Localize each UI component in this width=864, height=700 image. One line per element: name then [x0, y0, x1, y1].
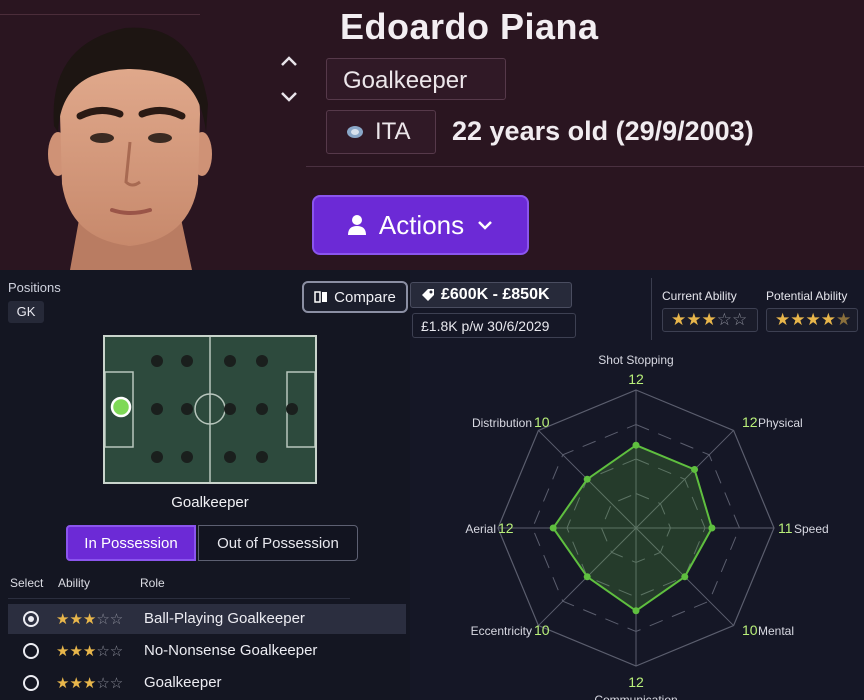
role-name: No-Nonsense Goalkeeper	[144, 642, 318, 659]
header-divider	[306, 166, 864, 167]
player-header: Edoardo Piana Goalkeeper ITA 22 years ol…	[0, 0, 864, 270]
radar-axis-label: Physical	[758, 416, 803, 430]
role-name: Ball-Playing Goalkeeper	[144, 610, 305, 627]
position-chip-gk: GK	[8, 301, 44, 323]
radar-value-label: 10	[534, 622, 550, 638]
radar-data-area	[551, 444, 713, 613]
radar-value-label: 12	[628, 371, 644, 387]
chevron-up-icon[interactable]	[278, 52, 300, 70]
compare-label: Compare	[334, 288, 396, 306]
player-name: Edoardo Piana	[340, 6, 599, 47]
radar-value-label: 12	[628, 674, 644, 690]
player-portrait	[48, 27, 212, 270]
chevron-down-icon[interactable]	[278, 88, 300, 106]
radar-data-point	[632, 607, 640, 615]
radar-value-label: 10	[742, 622, 758, 638]
potential-ability-label: Potential Ability	[766, 289, 848, 303]
actions-button[interactable]: Actions	[312, 195, 529, 255]
positions-panel: Positions GK Compare Goalkeeper In Posse…	[0, 270, 410, 700]
tab-in-possession[interactable]: In Possession	[66, 525, 196, 561]
attribute-radar-chart: Shot Stopping12Physical12Speed11Mental10…	[465, 353, 829, 700]
radar-axis-label: Communication	[594, 693, 677, 700]
radar-value-label: 10	[534, 414, 550, 430]
positions-label: Positions	[8, 280, 61, 295]
radar-axis-label: Shot Stopping	[598, 353, 673, 367]
actions-label: Actions	[378, 209, 465, 240]
radar-axis-label: Mental	[758, 624, 794, 638]
current-ability-stars: ★★★☆☆	[662, 308, 758, 332]
person-icon	[347, 215, 366, 235]
role-ability-stars: ★★★☆☆	[56, 643, 124, 660]
radar-data-point	[681, 573, 689, 581]
role-radio[interactable]	[23, 675, 39, 691]
role-row[interactable]: ★★★☆☆ Ball-Playing Goalkeeper	[8, 604, 406, 634]
wage-contract: £1.8K p/w 30/6/2029	[412, 313, 576, 338]
chevron-down-icon	[478, 221, 493, 230]
radar-data-point	[691, 465, 699, 473]
nationality-text: ITA	[375, 118, 411, 145]
radar-axis-label: Distribution	[472, 416, 532, 430]
role-ability-stars: ★★★☆☆	[56, 611, 124, 628]
column-header-ability: Ability	[58, 576, 91, 590]
position-pitch	[103, 335, 317, 484]
radar-axis-label: Aerial	[465, 522, 496, 536]
attributes-panel: £600K - £850K £1.8K p/w 30/6/2029 Curren…	[410, 270, 864, 700]
radar-axis-label: Speed	[794, 522, 829, 536]
roles-divider	[8, 598, 350, 599]
radar-axis-label: Eccentricity	[471, 624, 532, 638]
column-header-select: Select	[10, 576, 44, 590]
compare-button[interactable]: Compare	[302, 281, 408, 313]
radar-data-point	[583, 475, 591, 483]
role-radio[interactable]	[23, 643, 39, 659]
role-ability-stars: ★★★☆☆	[56, 675, 124, 692]
radar-value-label: 11	[778, 520, 793, 536]
radar-data-point	[708, 524, 716, 532]
flag-icon	[347, 126, 363, 138]
price-tag-icon	[422, 289, 434, 301]
radar-value-label: 12	[742, 414, 758, 430]
tab-out-of-possession[interactable]: Out of Possession	[198, 525, 358, 561]
role-radio-selected[interactable]	[23, 611, 39, 627]
nationality-field: ITA	[326, 110, 436, 154]
position-field: Goalkeeper	[326, 58, 506, 100]
current-ability-label: Current Ability	[662, 289, 737, 303]
ability-divider	[651, 278, 652, 340]
column-header-role: Role	[140, 576, 165, 590]
player-position-marker	[110, 396, 132, 418]
role-row[interactable]: ★★★☆☆ No-Nonsense Goalkeeper	[8, 636, 406, 666]
role-row[interactable]: ★★★☆☆ Goalkeeper	[8, 668, 406, 698]
radar-data-point	[632, 441, 640, 449]
transfer-value: £600K - £850K	[410, 282, 572, 308]
age-text: 22 years old (29/9/2003)	[452, 116, 754, 146]
compare-icon	[314, 291, 328, 303]
radar-data-point	[583, 573, 591, 581]
radar-value-label: 12	[498, 520, 514, 536]
position-text: Goalkeeper	[343, 67, 468, 94]
transfer-value-text: £600K - £850K	[441, 286, 550, 303]
pitch-position-label: Goalkeeper	[171, 494, 249, 511]
potential-ability-stars: ★★★★★	[766, 308, 858, 332]
radar-data-point	[549, 524, 557, 532]
role-name: Goalkeeper	[144, 674, 222, 691]
